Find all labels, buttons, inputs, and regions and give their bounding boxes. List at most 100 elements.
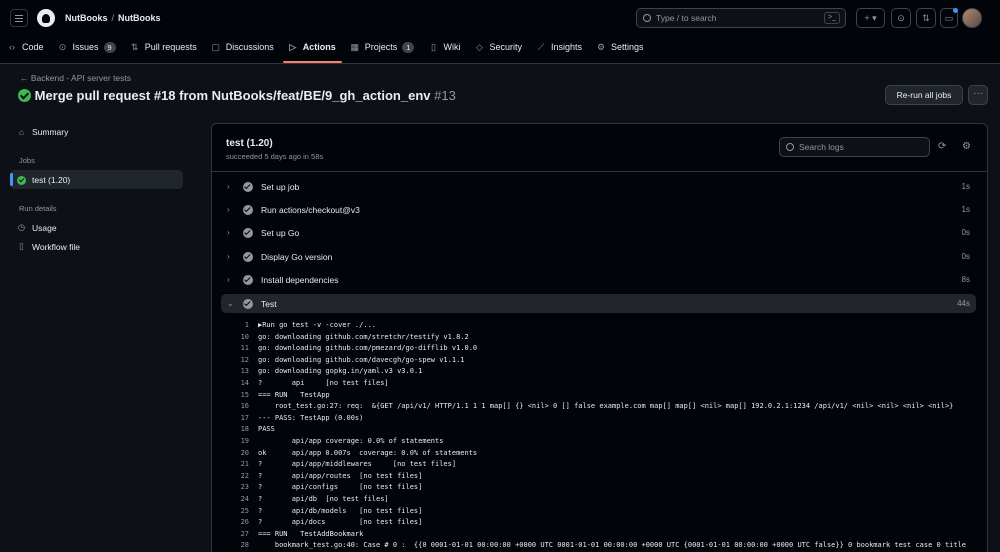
job-log-panel: test (1.20) succeeded 5 days ago in 58s … bbox=[211, 123, 988, 552]
menu-button[interactable] bbox=[10, 9, 28, 27]
job-status-text: succeeded 5 days ago in 58s bbox=[226, 152, 324, 161]
stopwatch-icon: ◷ bbox=[17, 222, 26, 232]
sidebar-item-usage[interactable]: ◷ Usage bbox=[17, 222, 57, 233]
step-set-up-go[interactable]: › Set up Go 0s bbox=[221, 223, 976, 242]
pull-requests-icon[interactable]: ⇅ bbox=[916, 8, 936, 28]
active-tab-indicator bbox=[283, 61, 342, 63]
step-set-up-job[interactable]: › Set up job 1s bbox=[221, 177, 976, 196]
github-logo-icon[interactable] bbox=[37, 9, 55, 27]
log-search-input[interactable]: Search logs bbox=[779, 137, 930, 157]
create-new-button[interactable]: + ▾ bbox=[856, 8, 885, 28]
log-line: 10 go: downloading github.com/stretchr/te… bbox=[212, 333, 987, 345]
log-line-number[interactable]: 27 bbox=[212, 530, 249, 538]
gear-icon: ⚙ bbox=[596, 41, 606, 52]
rerun-all-jobs-button[interactable]: Re-run all jobs bbox=[885, 85, 963, 105]
notification-indicator bbox=[953, 8, 958, 13]
log-line-number[interactable]: 15 bbox=[212, 391, 249, 399]
tab-issues[interactable]: ⊙ Issues 9 bbox=[51, 38, 123, 56]
log-line: 24 ? api/db [no test files] bbox=[212, 495, 987, 507]
log-line-number[interactable]: 13 bbox=[212, 367, 249, 375]
log-line-number[interactable]: 20 bbox=[212, 449, 249, 457]
book-icon: ▯ bbox=[430, 41, 436, 52]
step-success-icon bbox=[243, 181, 253, 192]
pull-request-icon: ⇅ bbox=[130, 41, 139, 52]
tab-discussions[interactable]: ▢ Discussions bbox=[204, 38, 281, 56]
tab-insights[interactable]: ⟋ Insights bbox=[529, 38, 589, 56]
log-line: 15 === RUN TestApp bbox=[212, 391, 987, 403]
search-input[interactable]: Type / to search >_ bbox=[636, 8, 846, 28]
more-options-button[interactable]: ··· bbox=[968, 85, 988, 105]
log-line-text: ? api/app/middlewares [no test files] bbox=[258, 460, 457, 469]
log-line-number[interactable]: 23 bbox=[212, 483, 249, 491]
command-palette-icon[interactable]: >_ bbox=[824, 12, 840, 24]
log-line-number[interactable]: 18 bbox=[212, 425, 249, 433]
log-line-text: PASS bbox=[258, 425, 275, 434]
repo-link[interactable]: NutBooks bbox=[118, 13, 161, 23]
breadcrumb: NutBooks / NutBooks bbox=[65, 13, 161, 23]
log-line-number[interactable]: 11 bbox=[212, 344, 249, 352]
top-header: NutBooks / NutBooks Type / to search >_ + … bbox=[0, 0, 1000, 64]
avatar[interactable] bbox=[962, 8, 982, 28]
success-check-icon bbox=[18, 89, 31, 102]
tab-security[interactable]: ◇ Security bbox=[467, 38, 529, 56]
page-title: Merge pull request #18 from NutBooks/fea… bbox=[18, 88, 456, 103]
run-number: #13 bbox=[434, 88, 456, 103]
tab-code[interactable]: ‹› Code bbox=[0, 38, 51, 56]
issues-count: 9 bbox=[103, 41, 116, 53]
step-success-icon bbox=[243, 227, 253, 238]
log-line-text: root_test.go:27: req: &{GET /api/v1/ HTT… bbox=[258, 402, 954, 411]
log-line-number[interactable]: 22 bbox=[212, 472, 249, 480]
step-install-dependencies[interactable]: › Install dependencies 8s bbox=[221, 270, 976, 289]
log-line: 12 go: downloading github.com/davecgh/go-… bbox=[212, 356, 987, 368]
step-checkout[interactable]: › Run actions/checkout@v3 1s bbox=[221, 200, 976, 219]
log-line-number[interactable]: 14 bbox=[212, 379, 249, 387]
sidebar-item-workflow-file[interactable]: ▯ Workflow file bbox=[17, 241, 80, 252]
shield-icon: ◇ bbox=[475, 41, 483, 52]
job-title: test (1.20) bbox=[226, 138, 273, 149]
log-line-text: ? api/db/models [no test files] bbox=[258, 506, 423, 515]
tab-pull-requests[interactable]: ⇅ Pull requests bbox=[123, 38, 204, 56]
tab-wiki[interactable]: ▯ Wiki bbox=[421, 38, 467, 56]
log-line-number[interactable]: 26 bbox=[212, 518, 249, 526]
gear-icon[interactable]: ⚙ bbox=[962, 141, 971, 152]
tab-actions[interactable]: ▷ Actions bbox=[281, 38, 343, 56]
step-success-icon bbox=[243, 251, 253, 262]
step-success-icon bbox=[243, 204, 253, 215]
search-placeholder: Type / to search bbox=[656, 13, 717, 23]
log-line-text: ? api/app/routes [no test files] bbox=[258, 471, 423, 480]
log-line: 13 go: downloading gopkg.in/yaml.v3 v3.0.… bbox=[212, 367, 987, 379]
log-line: 11 go: downloading github.com/pmezard/go-… bbox=[212, 344, 987, 356]
log-line-number[interactable]: 17 bbox=[212, 414, 249, 422]
owner-link[interactable]: NutBooks bbox=[65, 13, 108, 23]
log-line-text: ? api/configs [no test files] bbox=[258, 483, 423, 492]
refresh-icon[interactable]: ⟳ bbox=[938, 141, 946, 152]
log-line-number[interactable]: 24 bbox=[212, 495, 249, 503]
log-line-number[interactable]: 28 bbox=[212, 541, 249, 549]
log-line: 22 ? api/app/routes [no test files] bbox=[212, 472, 987, 484]
step-display-go-version[interactable]: › Display Go version 0s bbox=[221, 247, 976, 266]
log-line: 26 ? api/docs [no test files] bbox=[212, 518, 987, 530]
home-icon: ⌂ bbox=[18, 127, 25, 137]
issues-icon[interactable]: ⊙ bbox=[891, 8, 911, 28]
log-line: 1 ▶Run go test -v -cover ./... bbox=[212, 321, 987, 333]
step-test[interactable]: ⌄ Test 44s bbox=[221, 294, 976, 313]
tab-settings[interactable]: ⚙ Settings bbox=[589, 38, 651, 56]
issue-icon: ⊙ bbox=[58, 41, 67, 52]
log-line-text: === RUN TestAddBookmark bbox=[258, 529, 364, 538]
log-line-number[interactable]: 25 bbox=[212, 507, 249, 515]
log-line-number[interactable]: 12 bbox=[212, 356, 249, 364]
log-line-number[interactable]: 1 bbox=[212, 321, 249, 329]
log-line-number[interactable]: 16 bbox=[212, 402, 249, 410]
sidebar-item-job[interactable]: test (1.20) bbox=[17, 175, 70, 185]
graph-icon: ⟋ bbox=[537, 41, 545, 52]
log-line-number[interactable]: 21 bbox=[212, 460, 249, 468]
log-line-number[interactable]: 19 bbox=[212, 437, 249, 445]
chevron-right-icon: › bbox=[227, 228, 230, 237]
tab-projects[interactable]: ▦ Projects 1 bbox=[343, 38, 422, 56]
sidebar-item-summary[interactable]: ⌂ Summary bbox=[17, 127, 68, 137]
success-check-icon bbox=[17, 175, 26, 185]
file-icon: ▯ bbox=[19, 241, 24, 251]
log-line-text: go: downloading gopkg.in/yaml.v3 v3.0.1 bbox=[258, 367, 423, 376]
log-line-number[interactable]: 10 bbox=[212, 333, 249, 341]
back-to-workflow-link[interactable]: ← Backend - API server tests bbox=[20, 73, 131, 83]
